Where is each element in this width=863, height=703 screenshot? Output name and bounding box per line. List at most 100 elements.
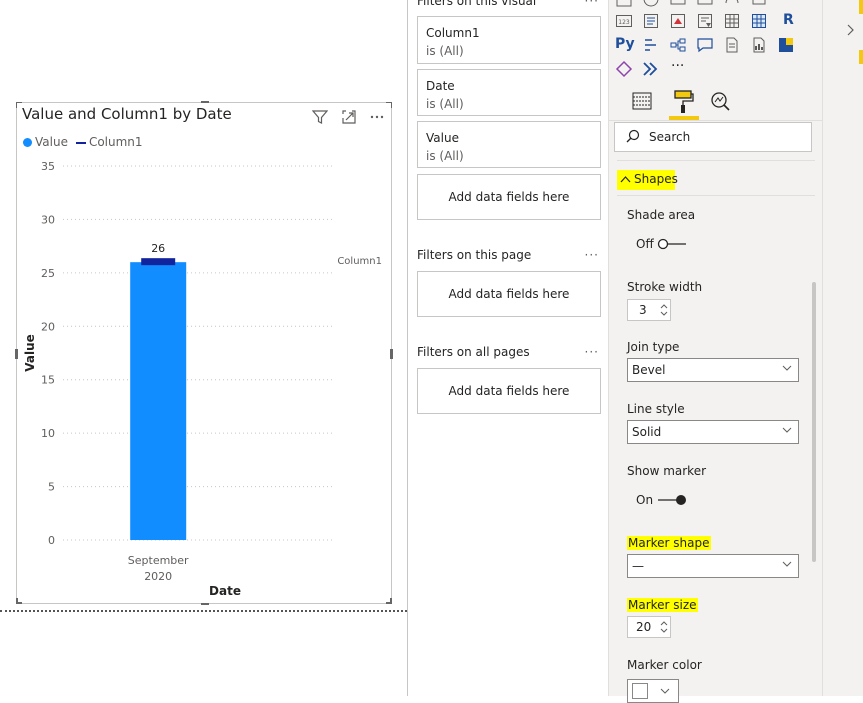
marker-shape-dropdown[interactable]: —: [627, 554, 799, 578]
fields-pane-collapsed: [822, 0, 863, 696]
join-type-dropdown[interactable]: Bevel: [627, 358, 799, 382]
resize-handle[interactable]: [15, 349, 18, 359]
filters-all-more-button[interactable]: ···: [585, 345, 599, 359]
join-type-value: Bevel: [632, 363, 666, 377]
shade-area-state: Off: [636, 237, 654, 251]
add-report-filter-dropzone[interactable]: Add data fields here: [417, 368, 601, 414]
power-apps-icon[interactable]: [777, 36, 795, 54]
search-placeholder: Search: [649, 130, 691, 144]
filter-card-value[interactable]: Value is (All): [417, 121, 601, 168]
format-tab[interactable]: [667, 86, 701, 120]
add-visual-filter-dropzone[interactable]: Add data fields here: [417, 174, 601, 220]
card-visual-icon[interactable]: [669, 0, 687, 8]
line-clustered-column-visual[interactable]: Value and Column1 by Date Value Column1 0…: [15, 101, 393, 605]
filter-card-column1[interactable]: Column1 is (All): [417, 16, 601, 64]
power-automate-icon[interactable]: [615, 60, 633, 78]
resize-handle[interactable]: [391, 102, 392, 108]
resize-handle[interactable]: [16, 102, 17, 108]
marker-size-label-text: Marker size: [627, 598, 698, 612]
marker-shape-label-text: Marker shape: [627, 536, 711, 550]
more-visuals-button[interactable]: ···: [671, 58, 684, 74]
kpi-visual-icon[interactable]: [696, 0, 714, 8]
python-visual-icon[interactable]: Py: [615, 36, 635, 52]
shade-area-toggle[interactable]: [656, 237, 688, 251]
marker-size-stepper[interactable]: 20: [627, 616, 671, 638]
color-swatch: [632, 683, 648, 699]
decomposition-tree-icon[interactable]: [669, 36, 687, 54]
arrows-visual-icon[interactable]: [642, 60, 660, 78]
resize-handle[interactable]: [16, 598, 18, 604]
add-page-filter-dropzone[interactable]: Add data fields here: [417, 271, 601, 317]
card-123-icon[interactable]: 123: [615, 12, 633, 30]
svg-text:123: 123: [618, 19, 630, 26]
marker-color-picker[interactable]: [627, 679, 679, 703]
marker-shape-label: Marker shape: [627, 536, 711, 550]
resize-handle[interactable]: [390, 349, 393, 359]
chart-plot: 0 5 10 15 20 25 30 35 26 September 2020 Column1 Date…: [23, 160, 382, 598]
r-script-visual-icon[interactable]: R: [783, 12, 794, 28]
fields-tab-icon[interactable]: [631, 90, 653, 112]
chevron-up-icon: [620, 176, 631, 183]
series-label-column1: Column1: [337, 256, 382, 267]
smart-narrative-icon[interactable]: [723, 36, 741, 54]
format-search-input[interactable]: Search: [614, 122, 812, 152]
gauge-visual-icon[interactable]: [723, 0, 741, 8]
line-style-dropdown[interactable]: Solid: [627, 420, 799, 444]
filter-field-value: is (All): [426, 44, 464, 58]
qa-visual-icon[interactable]: [696, 36, 714, 54]
marker-size-label: Marker size: [627, 598, 698, 612]
kpi-icon[interactable]: [669, 12, 687, 30]
shapes-section-label: Shapes: [634, 172, 678, 186]
filters-on-all-pages-header: Filters on all pages: [417, 345, 530, 359]
table-icon-partial: [859, 0, 863, 14]
data-label: 26: [151, 242, 165, 255]
key-influencers-icon[interactable]: [642, 36, 660, 54]
show-marker-label: Show marker: [627, 464, 707, 478]
chevron-down-icon: [782, 427, 792, 433]
multi-row-card-icon[interactable]: [642, 12, 660, 30]
paint-roller-icon: [674, 90, 694, 113]
map-visual-icon[interactable]: [615, 0, 633, 8]
stroke-width-label: Stroke width: [627, 280, 703, 294]
slicer-visual-icon[interactable]: [750, 0, 768, 8]
pie-visual-icon[interactable]: [642, 0, 660, 8]
filter-field-value: is (All): [426, 149, 464, 163]
y-tick-label: 15: [41, 374, 55, 387]
filters-page-more-button[interactable]: ···: [585, 248, 599, 262]
filter-field-name: Column1: [426, 26, 480, 40]
marker-size-value: 20: [636, 620, 652, 634]
resize-handle[interactable]: [201, 603, 209, 605]
resize-handle[interactable]: [390, 598, 392, 604]
line-style-label: Line style: [627, 402, 685, 416]
shapes-section-header[interactable]: Shapes: [617, 170, 678, 190]
analytics-tab-icon[interactable]: [709, 90, 731, 112]
filter-card-date[interactable]: Date is (All): [417, 69, 601, 116]
x-axis-title: Date: [209, 584, 241, 598]
x-tick-label: 2020: [144, 570, 172, 583]
filter-field-name: Value: [426, 131, 459, 145]
y-tick-label: 35: [41, 160, 55, 173]
resize-handle[interactable]: [201, 101, 209, 103]
y-tick-label: 0: [48, 534, 55, 547]
slicer-icon[interactable]: [696, 12, 714, 30]
chevron-right-icon[interactable]: [847, 24, 855, 36]
bar-value: [130, 262, 187, 540]
stepper-arrows-icon[interactable]: [660, 619, 668, 635]
marker-color-label: Marker color: [627, 658, 702, 672]
show-marker-toggle[interactable]: [656, 493, 688, 507]
format-pane-scrollbar[interactable]: [812, 282, 816, 562]
tabs-separator: [609, 120, 823, 121]
filters-visual-more-button[interactable]: ···: [585, 0, 599, 8]
table-icon[interactable]: [723, 12, 741, 30]
chevron-down-icon: [782, 365, 792, 371]
stroke-width-stepper[interactable]: 3: [627, 299, 671, 321]
y-tick-label: 5: [48, 481, 55, 494]
marker-column1: [141, 258, 176, 266]
stepper-arrows-icon[interactable]: [660, 302, 668, 318]
stroke-width-value: 3: [639, 303, 647, 317]
paginated-report-icon[interactable]: [750, 36, 768, 54]
shade-area-label: Shade area: [627, 208, 696, 222]
page-boundary-line: [0, 610, 407, 612]
matrix-icon[interactable]: [750, 12, 768, 30]
y-axis-title: Value: [23, 334, 37, 372]
